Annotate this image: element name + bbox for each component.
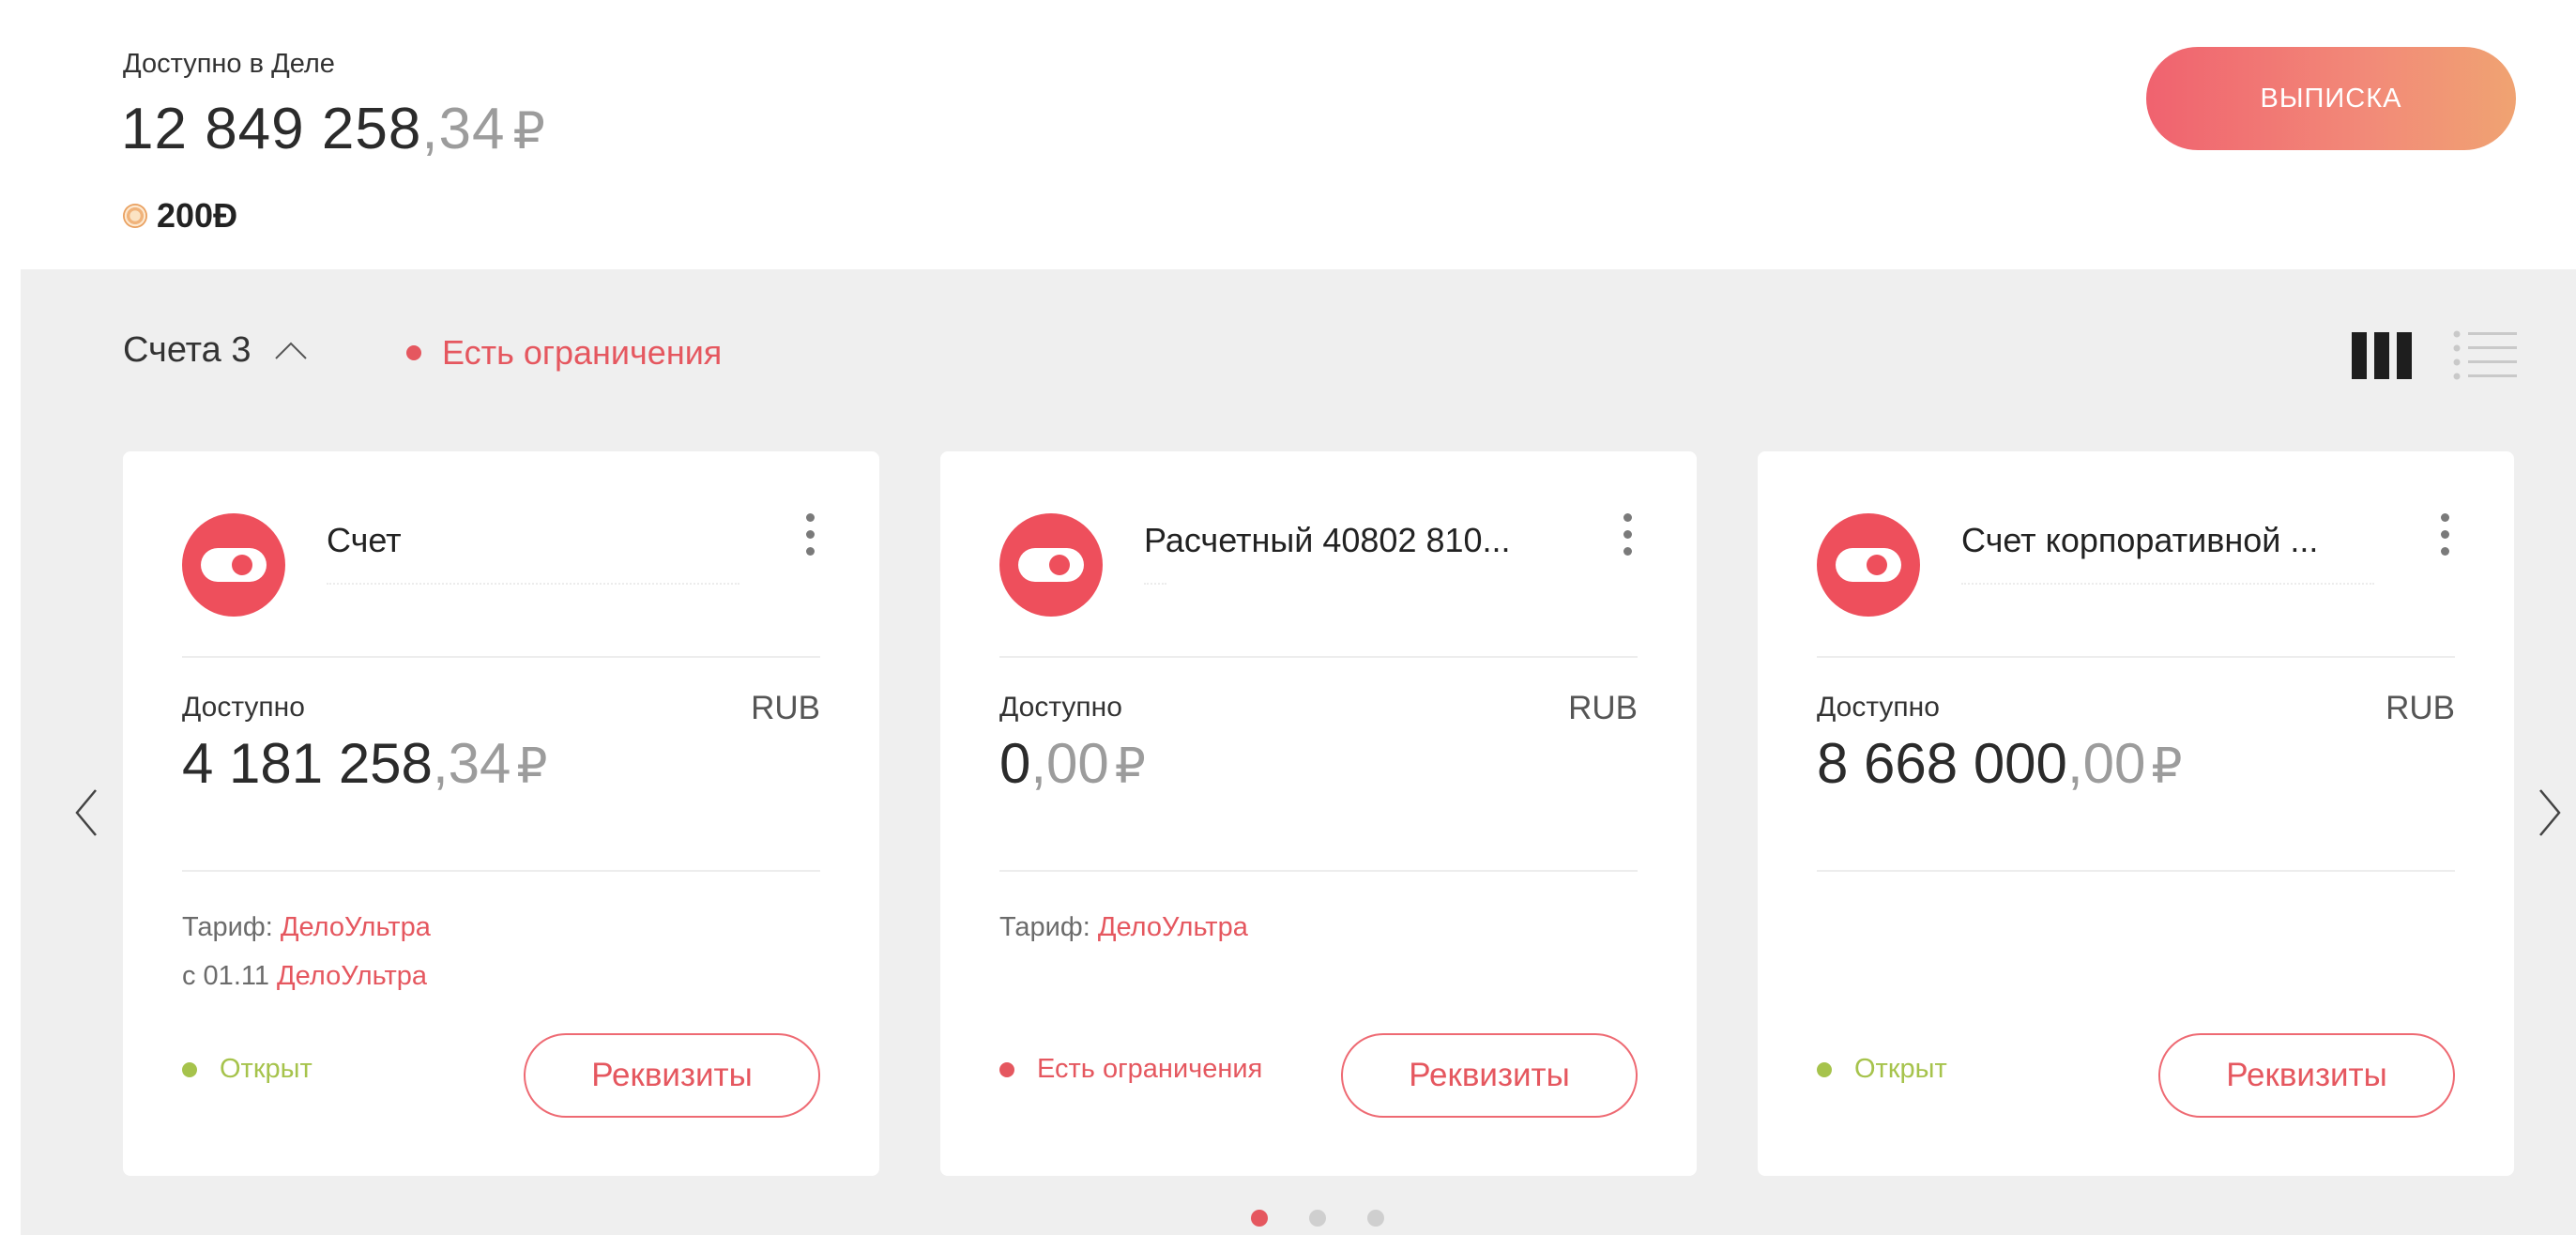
chevron-up-icon[interactable]	[272, 332, 310, 370]
amount-fraction: ,00	[2066, 732, 2146, 795]
account-amount: 4 181 258,34 ₽	[182, 731, 547, 796]
amount-integer: 8 668 000	[1817, 732, 2067, 795]
tariff-link[interactable]: ДелоУльтра	[281, 912, 431, 942]
coins-value: 200	[157, 196, 214, 235]
accounts-toggle[interactable]: Счета 3	[123, 330, 310, 371]
currency-code: RUB	[1568, 690, 1638, 726]
restriction-dot	[406, 345, 421, 360]
toggle-icon	[1817, 513, 1920, 617]
total-balance: 12 849 258,34 ₽	[121, 96, 546, 162]
balance-fraction: ,34	[421, 97, 506, 161]
account-card[interactable]: Расчетный 40802 810... Доступно RUB 0,00…	[940, 451, 1697, 1176]
account-title: Счет корпоративной ...	[1961, 521, 2319, 559]
coins-balance: 200 Ɖ	[123, 196, 237, 236]
divider	[999, 656, 1638, 658]
kebab-menu-icon[interactable]	[1620, 513, 1635, 562]
account-title: Расчетный 40802 810...	[1144, 521, 1511, 559]
accounts-count: 3	[231, 330, 252, 370]
kebab-menu-icon[interactable]	[802, 513, 817, 562]
currency-code: RUB	[751, 690, 820, 726]
status-badge: Открыт	[182, 1054, 312, 1085]
status-label: Открыт	[1854, 1054, 1947, 1084]
pager-dot[interactable]	[1367, 1210, 1384, 1227]
status-label: Открыт	[220, 1054, 312, 1084]
divider	[999, 870, 1638, 872]
details-button[interactable]: Реквизиты	[1341, 1033, 1638, 1118]
account-title: Счет	[327, 521, 402, 559]
amount-integer: 0	[999, 732, 1031, 795]
divider	[1817, 656, 2455, 658]
account-subtitle	[1961, 573, 2374, 585]
available-label: Доступно	[182, 692, 305, 723]
status-badge: Открыт	[1817, 1054, 1947, 1085]
balance-currency: ₽	[512, 103, 546, 160]
divider	[1817, 870, 2455, 872]
tariff-label: Тариф:	[182, 912, 273, 942]
toggle-icon	[999, 513, 1103, 617]
account-card[interactable]: Счет корпоративной ... Доступно RUB 8 66…	[1758, 451, 2514, 1176]
tariff-label: Тариф:	[999, 912, 1090, 942]
currency-code: RUB	[2385, 690, 2455, 726]
chevron-left-icon[interactable]	[68, 785, 105, 841]
list-view-icon[interactable]	[2451, 328, 2519, 381]
available-label: Доступно в Деле	[123, 49, 335, 79]
pager-dot[interactable]	[1251, 1210, 1268, 1227]
account-subtitle	[1144, 573, 1166, 585]
tariff-link[interactable]: ДелоУльтра	[1098, 912, 1248, 942]
status-dot	[1817, 1061, 1832, 1077]
account-amount: 0,00 ₽	[999, 731, 1146, 796]
kebab-menu-icon[interactable]	[2437, 513, 2452, 562]
amount-currency: ₽	[516, 739, 548, 794]
restriction-label: Есть ограничения	[442, 333, 723, 372]
tariff-next-link[interactable]: ДелоУльтра	[277, 961, 427, 991]
available-label: Доступно	[999, 692, 1122, 723]
status-badge: Есть ограничения	[999, 1054, 1262, 1085]
details-button[interactable]: Реквизиты	[2158, 1033, 2455, 1118]
balance-header: Доступно в Деле 12 849 258,34 ₽ 200 Ɖ ВЫПИ…	[0, 0, 2576, 269]
divider	[182, 870, 820, 872]
amount-integer: 4 181 258	[182, 732, 433, 795]
status-dot	[182, 1061, 197, 1077]
restrictions-filter[interactable]: Есть ограничения	[406, 333, 722, 373]
amount-fraction: ,34	[432, 732, 511, 795]
tariff-next-label: с 01.11	[182, 961, 269, 991]
amount-currency: ₽	[1114, 739, 1146, 794]
pager-dot[interactable]	[1309, 1210, 1326, 1227]
grid-view-icon[interactable]	[2352, 332, 2416, 379]
status-dot	[999, 1061, 1014, 1077]
chevron-right-icon[interactable]	[2531, 785, 2568, 841]
accounts-label: Счета	[123, 330, 221, 370]
coins-symbol: Ɖ	[213, 196, 238, 235]
balance-integer: 12 849 258	[121, 97, 422, 161]
amount-currency: ₽	[2151, 739, 2183, 794]
available-label: Доступно	[1817, 692, 1940, 723]
tariff-info: Тариф: ДелоУльтра с 01.11 ДелоУльтра	[182, 903, 431, 1000]
amount-fraction: ,00	[1030, 732, 1109, 795]
carousel-pager	[1251, 1210, 1384, 1227]
divider	[182, 656, 820, 658]
toggle-icon	[182, 513, 285, 617]
details-button[interactable]: Реквизиты	[524, 1033, 820, 1118]
statement-button[interactable]: ВЫПИСКА	[2146, 47, 2516, 150]
account-amount: 8 668 000,00 ₽	[1817, 731, 2182, 796]
status-label: Есть ограничения	[1037, 1054, 1263, 1084]
account-subtitle	[327, 573, 739, 585]
account-card[interactable]: Счет Доступно RUB 4 181 258,34 ₽ Тариф: Д…	[123, 451, 879, 1176]
coin-icon	[123, 204, 147, 228]
tariff-info: Тариф: ДелоУльтра	[999, 903, 1248, 952]
